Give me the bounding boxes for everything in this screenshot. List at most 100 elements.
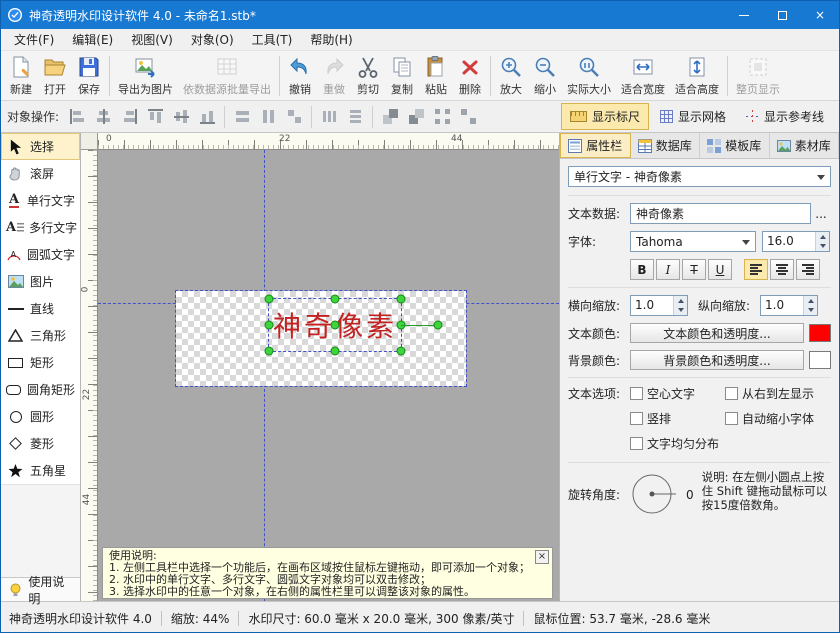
tool-image[interactable]: 图片 — [1, 268, 80, 295]
usage-help-button[interactable]: 使用说明 — [1, 575, 80, 606]
font-size-spinner[interactable]: 16.0 — [762, 231, 830, 252]
bold-button[interactable]: B — [630, 259, 654, 280]
menu-view[interactable]: 视图(V) — [122, 29, 182, 50]
tool-circle[interactable]: 圆形 — [1, 403, 80, 430]
option-right-to-left[interactable]: 从右到左显示 — [725, 385, 831, 402]
align-center-button[interactable] — [770, 259, 794, 280]
ungroup-button[interactable] — [456, 105, 480, 129]
redo-button[interactable]: 重做 — [317, 53, 351, 99]
hscale-spinner[interactable]: 1.0 — [630, 295, 688, 316]
equal-size-button[interactable] — [282, 105, 306, 129]
align-middle-button[interactable] — [169, 105, 193, 129]
menu-tools[interactable]: 工具(T) — [243, 29, 302, 50]
option-auto-shrink[interactable]: 自动缩小字体 — [725, 410, 831, 427]
tool-pan[interactable]: 滚屏 — [1, 160, 80, 187]
option-even-distribution[interactable]: 文字均匀分布 — [630, 435, 725, 452]
open-button[interactable]: 打开 — [38, 53, 72, 99]
paste-button[interactable]: 粘贴 — [419, 53, 453, 99]
delete-button[interactable]: 删除 — [453, 53, 487, 99]
fit-width-button[interactable]: 适合宽度 — [616, 53, 670, 99]
resize-handle-w[interactable] — [264, 320, 274, 330]
rotation-handle[interactable] — [433, 320, 443, 330]
resize-handle-n[interactable] — [330, 294, 340, 304]
resize-handle-se[interactable] — [396, 346, 406, 356]
fit-height-button[interactable]: 适合高度 — [670, 53, 724, 99]
zoom-out-button[interactable]: 缩小 — [528, 53, 562, 99]
tab-materials[interactable]: 素材库 — [770, 133, 839, 158]
menu-object[interactable]: 对象(O) — [182, 29, 243, 50]
rotation-dial[interactable] — [630, 470, 682, 518]
move-handle-center[interactable] — [330, 320, 340, 330]
undo-button[interactable]: 撤销 — [283, 53, 317, 99]
tool-triangle[interactable]: 三角形 — [1, 322, 80, 349]
object-type-select[interactable]: 单行文字 - 神奇像素 — [568, 166, 831, 187]
equal-height-button[interactable] — [256, 105, 280, 129]
distribute-v-button[interactable] — [343, 105, 367, 129]
canvas-viewport[interactable]: 神奇像素 × 使用说明: 1. 左侧工具栏中选择一个功能后，在 — [98, 150, 559, 601]
selected-text-object[interactable]: 神奇像素 — [264, 294, 443, 356]
menu-help[interactable]: 帮助(H) — [301, 29, 361, 50]
bg-color-button[interactable]: 背景颜色和透明度... — [630, 350, 804, 370]
help-close-button[interactable]: × — [535, 550, 549, 564]
spinner-arrows[interactable] — [803, 296, 817, 315]
distribute-h-button[interactable] — [317, 105, 341, 129]
menu-file[interactable]: 文件(F) — [5, 29, 63, 50]
resize-handle-sw[interactable] — [264, 346, 274, 356]
zoom-in-button[interactable]: 放大 — [494, 53, 528, 99]
menu-edit[interactable]: 编辑(E) — [63, 29, 122, 50]
text-color-swatch[interactable] — [809, 324, 831, 342]
tab-properties[interactable]: 属性栏 — [560, 133, 631, 158]
tool-multi-line-text[interactable]: A 多行文字 — [1, 214, 80, 241]
tool-rectangle[interactable]: 矩形 — [1, 349, 80, 376]
spinner-arrows[interactable] — [673, 296, 687, 315]
group-button[interactable] — [430, 105, 454, 129]
spinner-arrows[interactable] — [815, 232, 829, 251]
actual-size-button[interactable]: 实际大小 — [562, 53, 616, 99]
align-left-button[interactable] — [744, 259, 768, 280]
send-back-button[interactable] — [404, 105, 428, 129]
tab-database[interactable]: 数据库 — [631, 133, 700, 158]
underline-button[interactable]: U — [708, 259, 732, 280]
maximize-button[interactable] — [763, 1, 801, 29]
text-data-more-button[interactable]: ... — [811, 207, 831, 221]
equal-width-button[interactable] — [230, 105, 254, 129]
tool-single-line-text[interactable]: A 单行文字 — [1, 187, 80, 214]
tab-templates[interactable]: 模板库 — [700, 133, 770, 158]
resize-handle-s[interactable] — [330, 346, 340, 356]
align-center-button[interactable] — [91, 105, 115, 129]
show-ruler-toggle[interactable]: 显示标尺 — [560, 103, 649, 130]
minimize-button[interactable] — [725, 1, 763, 29]
vscale-spinner[interactable]: 1.0 — [760, 295, 818, 316]
tool-rounded-rectangle[interactable]: 圆角矩形 — [1, 376, 80, 403]
show-grid-toggle[interactable]: 显示网格 — [651, 103, 735, 130]
cut-button[interactable]: 剪切 — [351, 53, 385, 99]
tool-select[interactable]: 选择 — [1, 133, 80, 160]
tool-star[interactable]: 五角星 — [1, 457, 80, 484]
tool-arc-text[interactable]: A 圆弧文字 — [1, 241, 80, 268]
align-top-button[interactable] — [143, 105, 167, 129]
font-select[interactable]: Tahoma — [630, 231, 756, 252]
align-right-button[interactable] — [796, 259, 820, 280]
canvas-area[interactable]: 0 22 44 0 22 44 神奇像素 — [81, 133, 559, 601]
batch-export-button[interactable]: 依数据源批量导出 — [178, 53, 276, 99]
full-page-button[interactable]: 整页显示 — [731, 53, 785, 99]
italic-button[interactable]: I — [656, 259, 680, 280]
save-button[interactable]: 保存 — [72, 53, 106, 99]
align-bottom-button[interactable] — [195, 105, 219, 129]
close-button[interactable]: × — [801, 1, 839, 29]
copy-button[interactable]: 复制 — [385, 53, 419, 99]
option-hollow-text[interactable]: 空心文字 — [630, 385, 725, 402]
show-guides-toggle[interactable]: 显示参考线 — [737, 103, 833, 130]
bring-front-button[interactable] — [378, 105, 402, 129]
bg-color-swatch[interactable] — [809, 351, 831, 369]
strikethrough-button[interactable]: T — [682, 259, 706, 280]
resize-handle-nw[interactable] — [264, 294, 274, 304]
export-image-button[interactable]: 导出为图片 — [113, 53, 178, 99]
align-left-button[interactable] — [65, 105, 89, 129]
text-color-button[interactable]: 文本颜色和透明度... — [630, 323, 804, 343]
text-data-input[interactable]: 神奇像素 — [630, 203, 811, 224]
tool-diamond[interactable]: 菱形 — [1, 430, 80, 457]
new-button[interactable]: 新建 — [4, 53, 38, 99]
option-vertical-text[interactable]: 竖排 — [630, 410, 725, 427]
align-right-button[interactable] — [117, 105, 141, 129]
